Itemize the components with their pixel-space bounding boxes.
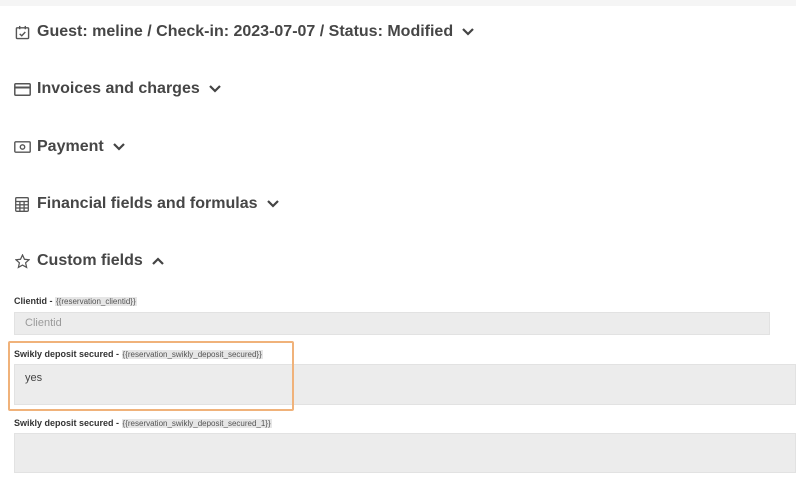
swikly-deposit-tag: {{reservation_swikly_deposit_secured}}: [121, 350, 263, 359]
clientid-tag: {{reservation_clientid}}: [55, 297, 137, 306]
section-custom-header[interactable]: Custom fields: [13, 252, 165, 270]
swikly-deposit-1-tag: {{reservation_swikly_deposit_secured_1}}: [121, 419, 272, 428]
section-payment-header[interactable]: Payment: [13, 138, 126, 156]
section-guest-header[interactable]: Guest: meline / Check-in: 2023-07-07 / S…: [13, 23, 475, 41]
section-payment-title: Payment: [37, 138, 104, 155]
swikly-deposit-1-textarea[interactable]: [14, 433, 796, 473]
calculator-icon: [13, 195, 31, 213]
chevron-down-icon[interactable]: [461, 25, 475, 39]
clientid-label: Clientid - {{reservation_clientid}}: [14, 296, 137, 306]
section-financial-title: Financial fields and formulas: [37, 195, 258, 212]
credit-card-icon: [13, 80, 31, 98]
clientid-input[interactable]: Clientid: [14, 312, 770, 335]
chevron-down-icon[interactable]: [112, 140, 126, 154]
chevron-down-icon[interactable]: [266, 197, 280, 211]
section-invoices-title: Invoices and charges: [37, 80, 200, 97]
section-custom-title: Custom fields: [37, 252, 143, 269]
swikly-deposit-value: yes: [25, 372, 43, 384]
chevron-down-icon[interactable]: [208, 82, 222, 96]
section-invoices-header[interactable]: Invoices and charges: [13, 80, 222, 98]
calendar-check-icon: [13, 23, 31, 41]
star-icon: [13, 252, 31, 270]
swikly-deposit-1-label-text: Swikly deposit secured -: [14, 418, 122, 428]
top-bar: [0, 0, 796, 6]
section-guest-title: Guest: meline / Check-in: 2023-07-07 / S…: [37, 23, 454, 40]
swikly-deposit-textarea[interactable]: yes: [14, 364, 796, 405]
section-financial-header[interactable]: Financial fields and formulas: [13, 195, 280, 213]
clientid-placeholder: Clientid: [25, 317, 62, 329]
banknote-icon: [13, 138, 31, 156]
swikly-deposit-label: Swikly deposit secured - {{reservation_s…: [14, 349, 263, 359]
chevron-up-icon[interactable]: [151, 254, 165, 268]
swikly-deposit-1-label: Swikly deposit secured - {{reservation_s…: [14, 418, 272, 428]
clientid-label-text: Clientid -: [14, 296, 55, 306]
swikly-deposit-label-text: Swikly deposit secured -: [14, 349, 122, 359]
